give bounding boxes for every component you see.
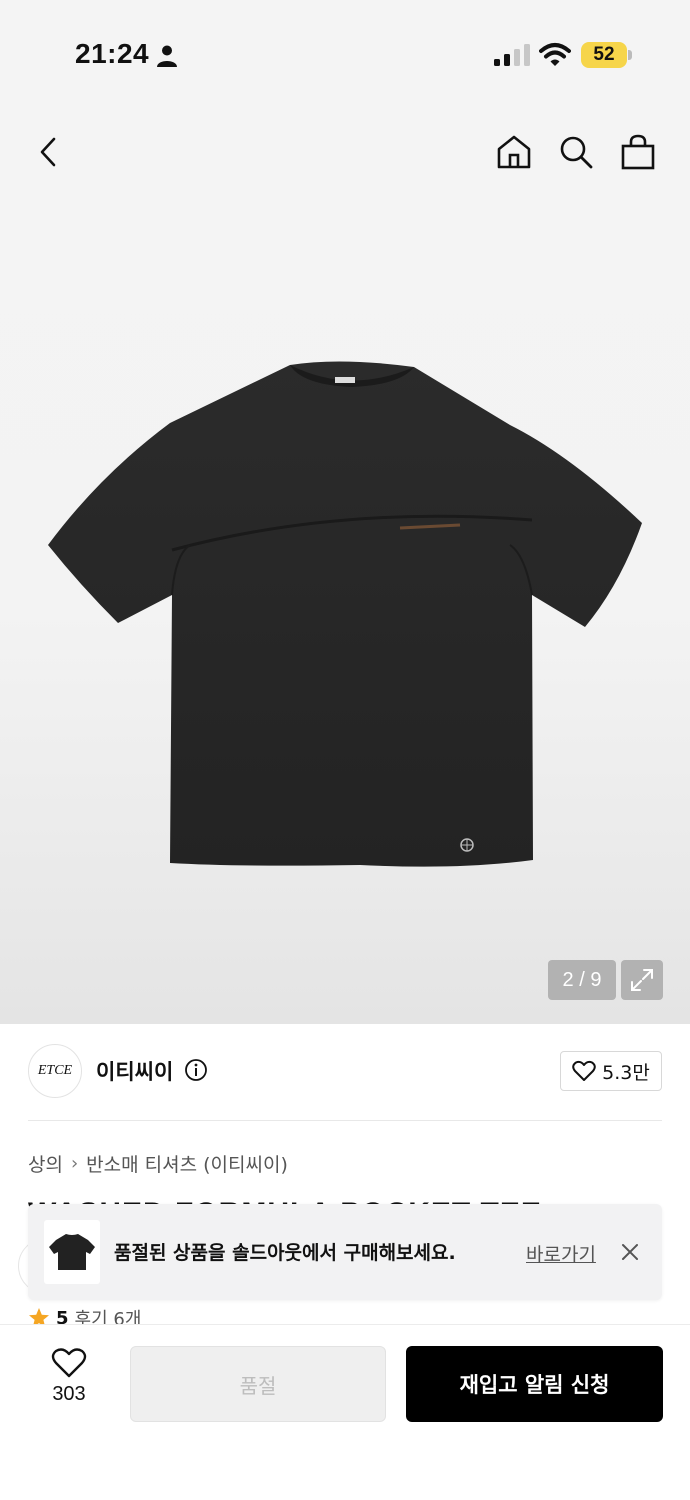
toast-message: 품절된 상품을 솔드아웃에서 구매해보세요. — [114, 1242, 456, 1264]
status-time: 21:24 — [75, 38, 150, 69]
home-button[interactable] — [490, 128, 538, 176]
breadcrumb-subcategory[interactable]: 반소매 티셔츠 (이티씨이) — [86, 1150, 288, 1177]
divider — [28, 1120, 662, 1121]
brand-like-count: 5.3만 — [602, 1061, 650, 1084]
search-icon — [560, 136, 593, 169]
person-icon — [157, 45, 177, 67]
brand-row: ETCE 이티씨이 5.3만 — [28, 1044, 662, 1100]
wishlist-button[interactable]: 303 — [36, 1347, 102, 1417]
image-page-indicator: 2 / 9 — [548, 960, 616, 1000]
expand-icon — [631, 969, 653, 991]
back-button[interactable] — [24, 128, 72, 176]
battery-indicator: 52 — [581, 42, 627, 68]
shopping-bag-icon — [621, 134, 655, 170]
cart-button[interactable] — [614, 128, 662, 176]
chevron-left-icon — [40, 137, 56, 167]
wishlist-count: 303 — [52, 1383, 86, 1405]
restock-alert-button[interactable]: 재입고 알림 신청 — [406, 1346, 663, 1422]
soldout-button: 품절 — [130, 1346, 386, 1422]
chevron-right-icon: › — [70, 1153, 79, 1174]
brand-name[interactable]: 이티씨이 — [96, 1056, 173, 1086]
expand-image-button[interactable] — [621, 960, 663, 1000]
status-bar: 21:24 52 — [0, 0, 690, 110]
battery-tip — [628, 50, 632, 60]
heart-icon — [51, 1348, 87, 1378]
toast-shortcut-link[interactable]: 바로가기 — [526, 1240, 596, 1267]
wifi-icon — [539, 43, 571, 66]
breadcrumb: 상의 › 반소매 티셔츠 (이티씨이) — [28, 1150, 288, 1177]
soldout-toast: 품절된 상품을 솔드아웃에서 구매해보세요. 바로가기 — [28, 1204, 662, 1300]
heart-icon — [572, 1060, 596, 1081]
product-thumbnail-image — [49, 1234, 95, 1270]
close-icon[interactable] — [618, 1240, 642, 1264]
brand-like-button[interactable]: 5.3만 — [560, 1051, 662, 1091]
bottom-action-bar: 303 품절 재입고 알림 신청 — [0, 1324, 690, 1500]
signal-icon — [494, 44, 530, 66]
home-icon — [497, 135, 531, 169]
toast-thumbnail — [44, 1220, 100, 1284]
search-button[interactable] — [552, 128, 600, 176]
product-image — [48, 361, 642, 867]
breadcrumb-category[interactable]: 상의 — [28, 1150, 63, 1177]
brand-logo[interactable]: ETCE — [28, 1044, 82, 1098]
product-image-gallery[interactable]: 21:24 52 2 / 9 — [0, 0, 690, 1024]
info-icon[interactable] — [184, 1058, 208, 1082]
